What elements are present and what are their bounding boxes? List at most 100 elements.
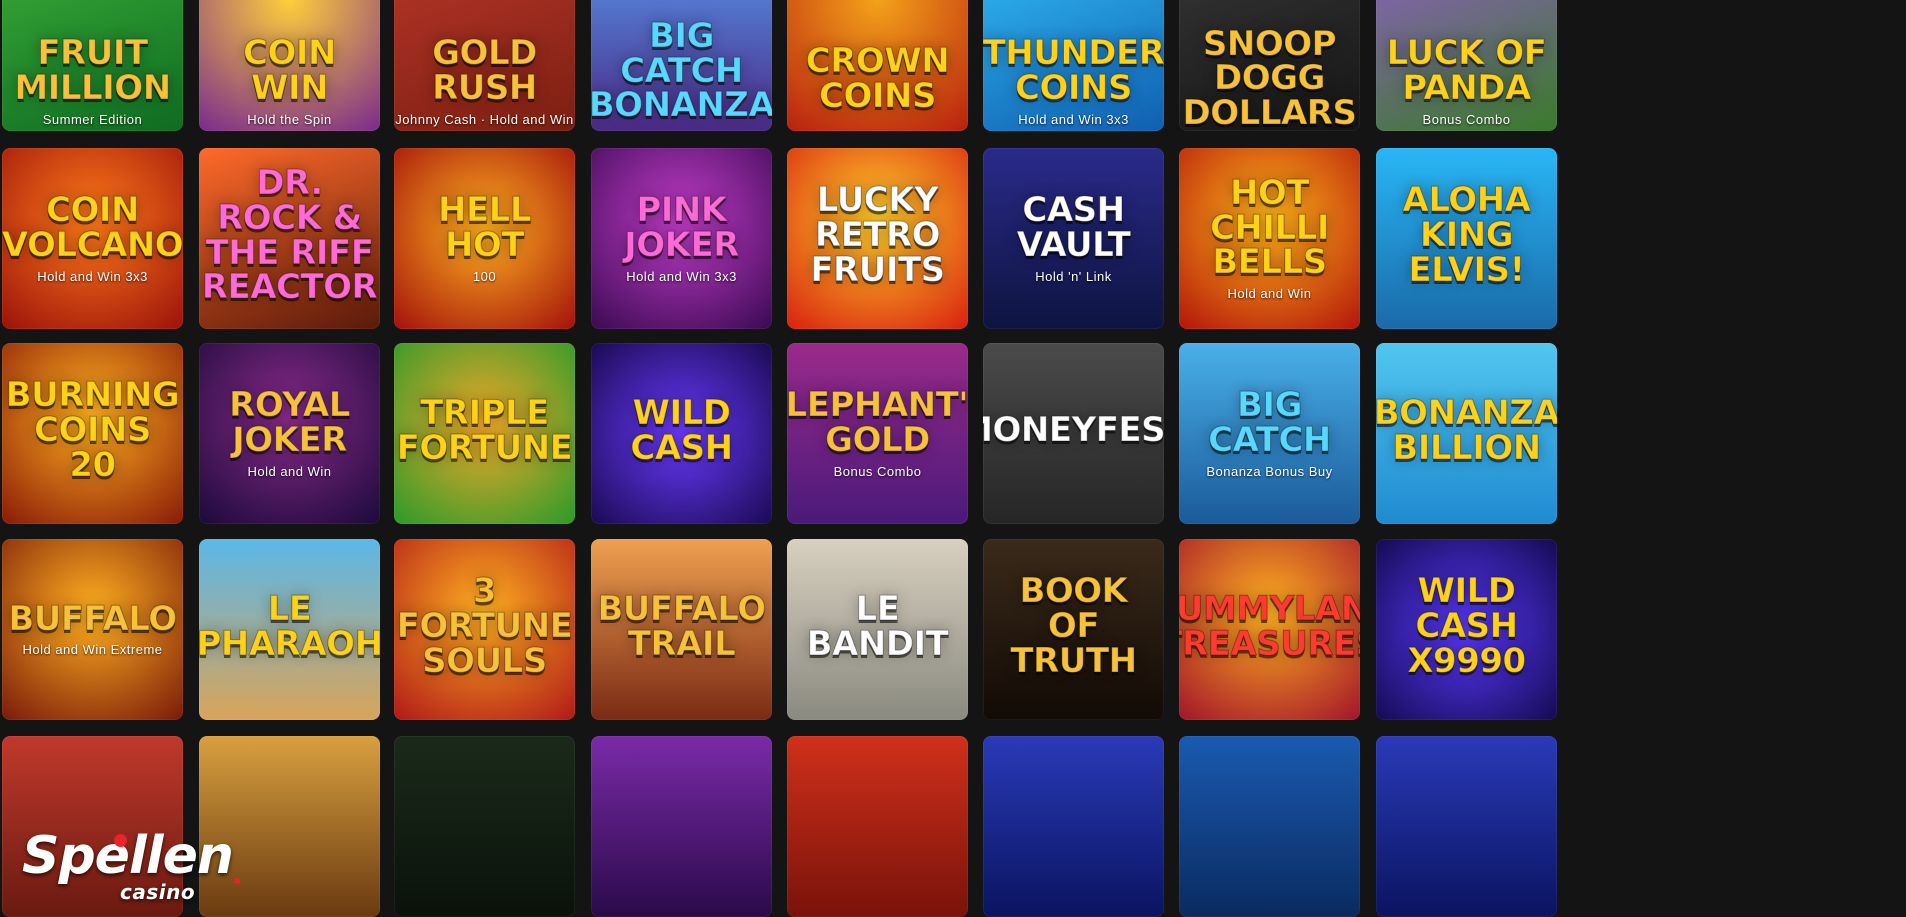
game-title: Wild Cash x9990 (1407, 571, 1527, 681)
game-title: Book of Truth (1010, 571, 1138, 681)
game-tile[interactable]: Dr. Rock & The Riff Reactor (199, 148, 380, 329)
game-tile[interactable]: Big Catch Bonanza Bonus Buy (1179, 343, 1360, 524)
game-title: Cash Vault (1016, 190, 1131, 265)
game-label: Le Bandit (787, 591, 968, 667)
game-tile[interactable]: Triple Fortune (394, 343, 575, 524)
game-label: Pink Joker Hold and Win 3x3 (591, 190, 772, 283)
game-label: Cash Vault Hold 'n' Link (983, 190, 1164, 284)
game-tile[interactable]: Book of Truth (983, 539, 1164, 720)
logo-wordmark: Spellen (22, 826, 234, 886)
game-tile[interactable]: Le Bandit (787, 539, 968, 720)
game-title: Hot Chilli Bells (1209, 172, 1330, 283)
game-subtitle: 100 (472, 268, 497, 284)
game-title: Dr. Rock & The Riff Reactor (201, 163, 378, 308)
game-title: Lucky Retro Fruits (810, 180, 946, 290)
game-title: Big Catch Bonanza (591, 16, 772, 126)
game-title: 3 Fortune Souls (396, 571, 573, 681)
game-label: Big Catch Bonanza Perfect Haul (591, 16, 772, 131)
game-tile[interactable]: Lucky Retro Fruits (787, 148, 968, 329)
logo-accent-dot (114, 834, 127, 847)
game-label: Wild Cash (591, 392, 772, 471)
game-subtitle: Perfect Haul (591, 129, 772, 131)
game-label: Buffalo Hold and Win Extreme (2, 598, 183, 657)
game-tile[interactable]: Elephant's Gold Bonus Combo (787, 343, 968, 524)
game-title: Moneyfest (983, 410, 1164, 451)
game-label (672, 824, 692, 830)
game-tile[interactable]: Moneyfest (983, 343, 1164, 524)
game-tile[interactable]: Hot Chilli Bells Hold and Win (1179, 148, 1360, 329)
game-label: Lucky Retro Fruits (787, 183, 968, 293)
game-tile[interactable]: Royal Joker Hold and Win (199, 343, 380, 524)
game-tile[interactable] (983, 736, 1164, 917)
game-tile[interactable]: Wild Cash (591, 343, 772, 524)
game-subtitle: Hold and Win 3x3 (1018, 111, 1129, 127)
game-label (868, 824, 888, 830)
game-label: Luck of Panda Bonus Combo (1376, 33, 1557, 127)
game-tile[interactable]: Luck of Panda Bonus Combo (1376, 0, 1557, 131)
game-title: Buffalo Trail (597, 588, 767, 664)
game-title: Royal Joker (229, 385, 351, 460)
game-tile[interactable] (394, 736, 575, 917)
game-subtitle: Bonanza Bonus Buy (1206, 463, 1333, 479)
game-title: Buffalo (8, 598, 178, 639)
game-label: Coin Win Hold the Spin (199, 33, 380, 126)
game-title: Hell Hot (437, 190, 532, 265)
game-tile[interactable] (787, 736, 968, 917)
game-label: Bonanza Billion (1376, 395, 1557, 471)
game-subtitle: Hold 'n' Link (1035, 268, 1112, 284)
game-label: Le Pharaoh (199, 588, 380, 667)
game-tile[interactable] (591, 736, 772, 917)
game-tile[interactable]: Wild Cash x9990 (1376, 539, 1557, 720)
game-title: Snoop Dogg Dollars (1182, 23, 1357, 131)
game-tile[interactable]: Snoop Dogg Dollars (1179, 0, 1360, 131)
game-label: Gold Rush Johnny Cash · Hold and Win (394, 33, 575, 127)
game-label: Burning Coins 20 (2, 378, 183, 488)
game-title: Coin Win (243, 33, 337, 108)
game-tile[interactable]: Burning Coins 20 (2, 343, 183, 524)
game-label: Big Catch Bonanza Bonus Buy (1179, 387, 1360, 479)
game-label: Wild Cash x9990 (1376, 574, 1557, 684)
game-tile[interactable]: Bonanza Billion (1376, 343, 1557, 524)
game-tile[interactable]: Gold Rush Johnny Cash · Hold and Win (394, 0, 575, 131)
game-tile[interactable]: 3 Fortune Souls (394, 539, 575, 720)
game-tile[interactable]: Thunder Coins Hold and Win 3x3 (983, 0, 1164, 131)
game-title: Gold Rush (432, 33, 538, 108)
game-tile[interactable]: Coin Win Hold the Spin (199, 0, 380, 131)
game-title: Elephant's Gold (787, 385, 968, 460)
game-subtitle: Bonus Combo (1422, 111, 1511, 127)
game-label: Hell Hot 100 (394, 190, 575, 284)
game-label: Mummyland Treasures (1179, 591, 1360, 667)
game-title: Le Pharaoh (199, 588, 380, 664)
game-title: Luck of Panda (1386, 33, 1547, 108)
game-subtitle: Hold and Win (1227, 286, 1312, 301)
game-subtitle: Johnny Cash · Hold and Win (395, 111, 574, 127)
game-tile[interactable]: Cash Vault Hold 'n' Link (983, 148, 1164, 329)
game-tile[interactable]: Hell Hot 100 (394, 148, 575, 329)
game-label: Hot Chilli Bells Hold and Win (1179, 172, 1360, 301)
logo-subtitle: casino (120, 880, 196, 904)
game-title: Aloha King Elvis! (1402, 180, 1531, 290)
game-tile[interactable]: Coin Volcano Hold and Win 3x3 (2, 148, 183, 329)
logo-accent-dot (234, 878, 240, 884)
spellen-casino-logo[interactable]: Spellen casino (22, 826, 240, 904)
game-label (1064, 824, 1084, 830)
game-tile[interactable]: Le Pharaoh (199, 539, 380, 720)
game-tile[interactable]: Crown Coins (787, 0, 968, 131)
game-tile[interactable]: Pink Joker Hold and Win 3x3 (591, 148, 772, 329)
game-tile[interactable] (1376, 736, 1557, 917)
game-tile[interactable] (1179, 736, 1360, 917)
game-tile[interactable]: Mummyland Treasures (1179, 539, 1360, 720)
game-label: Elephant's Gold Bonus Combo (787, 385, 968, 479)
game-title: Pink Joker (624, 190, 740, 265)
game-title: Wild Cash (630, 392, 734, 468)
game-tile[interactable]: Buffalo Hold and Win Extreme (2, 539, 183, 720)
game-subtitle: Hold and Win (247, 463, 332, 479)
game-label (475, 824, 495, 830)
game-tile[interactable]: Aloha King Elvis! (1376, 148, 1557, 329)
game-title: Burning Coins 20 (5, 375, 180, 485)
game-tile[interactable]: Fruit Million Summer Edition (2, 0, 183, 131)
game-tile[interactable]: Buffalo Trail (591, 539, 772, 720)
game-label: Royal Joker Hold and Win (199, 385, 380, 479)
game-subtitle: Bonus Combo (833, 463, 922, 479)
game-tile[interactable]: Big Catch Bonanza Perfect Haul (591, 0, 772, 131)
